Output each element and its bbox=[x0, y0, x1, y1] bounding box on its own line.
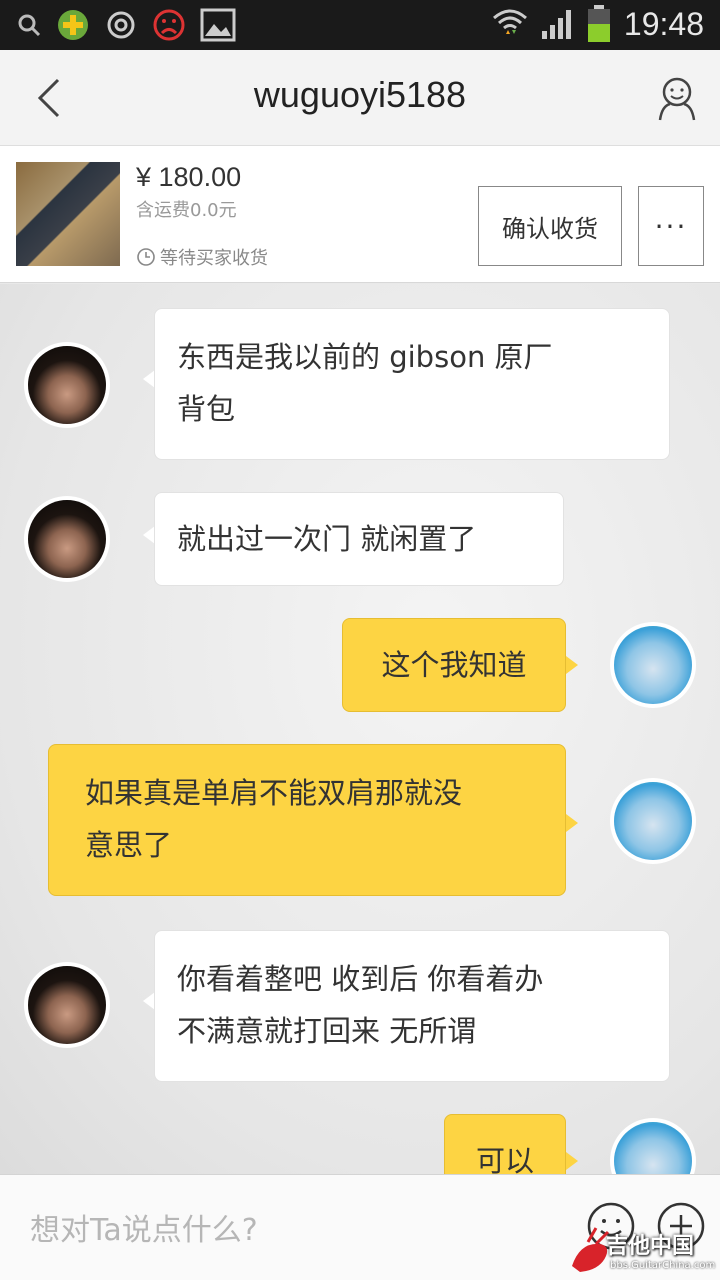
message-text: 就出过一次门 就闲置了 bbox=[177, 522, 477, 556]
bubble-tail bbox=[566, 1152, 578, 1170]
sad-face-icon bbox=[152, 8, 186, 42]
battery-icon bbox=[586, 4, 612, 44]
message-bubble-outgoing[interactable]: 可以 bbox=[444, 1114, 566, 1174]
chat-header: wuguoyi5188 bbox=[0, 50, 720, 146]
wifi-icon bbox=[492, 6, 528, 42]
status-bar: 19:48 bbox=[0, 0, 720, 50]
message-input[interactable]: 想对Ta说点什么? bbox=[30, 1205, 258, 1249]
bubble-tail bbox=[566, 814, 578, 832]
message-text: 可以 bbox=[475, 1144, 534, 1174]
message-bubble-incoming[interactable]: 就出过一次门 就闲置了 bbox=[154, 492, 564, 586]
message-text: 背包 bbox=[177, 392, 236, 426]
search-icon bbox=[16, 12, 42, 38]
more-options-button[interactable]: ··· bbox=[638, 186, 704, 266]
page-title: wuguoyi5188 bbox=[253, 74, 467, 115]
profile-button[interactable] bbox=[656, 76, 698, 122]
message-text: 你看着整吧 收到后 你看着办 bbox=[177, 962, 544, 996]
contact-avatar[interactable] bbox=[24, 962, 110, 1048]
message-bubble-incoming[interactable]: 东西是我以前的 gibson 原厂 背包 bbox=[154, 308, 670, 460]
message-text: 这个我知道 bbox=[381, 648, 527, 682]
watermark-text: 吉他中国 bbox=[606, 1234, 695, 1259]
product-price: ¥ 180.00 bbox=[136, 162, 242, 192]
product-thumbnail[interactable] bbox=[16, 162, 120, 266]
my-avatar[interactable] bbox=[610, 622, 696, 708]
shipping-fee: 含运费0.0元 bbox=[136, 200, 237, 221]
my-avatar[interactable] bbox=[610, 1118, 696, 1174]
message-list[interactable]: 东西是我以前的 gibson 原厂 背包 就出过一次门 就闲置了 这个我知道 如… bbox=[0, 284, 720, 1174]
user-profile-icon bbox=[658, 77, 696, 121]
contact-avatar[interactable] bbox=[24, 496, 110, 582]
clock-icon bbox=[137, 248, 155, 266]
message-bubble-incoming[interactable]: 你看着整吧 收到后 你看着办 不满意就打回来 无所谓 bbox=[154, 930, 670, 1082]
weibo-icon bbox=[104, 8, 138, 42]
bubble-tail bbox=[566, 656, 578, 674]
confirm-receipt-button[interactable]: 确认收货 bbox=[478, 186, 622, 266]
my-avatar[interactable] bbox=[610, 778, 696, 864]
signal-icon bbox=[540, 7, 574, 41]
plus-app-icon bbox=[56, 8, 90, 42]
contact-avatar[interactable] bbox=[24, 342, 110, 428]
order-status: 等待买家收货 bbox=[136, 244, 268, 270]
message-text: 如果真是单肩不能双肩那就没 bbox=[85, 776, 463, 810]
clock: 19:48 bbox=[623, 5, 704, 42]
message-bubble-outgoing[interactable]: 这个我知道 bbox=[342, 618, 566, 712]
message-text: 东西是我以前的 gibson 原厂 bbox=[177, 340, 553, 374]
watermark-subtext: bbs.GuitarChina.com bbox=[610, 1260, 716, 1271]
message-text: 意思了 bbox=[85, 828, 173, 862]
message-bubble-outgoing[interactable]: 如果真是单肩不能双肩那就没 意思了 bbox=[48, 744, 566, 896]
message-text: 不满意就打回来 无所谓 bbox=[177, 1014, 477, 1048]
image-icon bbox=[200, 8, 236, 42]
order-card: ¥ 180.00 含运费0.0元 等待买家收货 确认收货 ··· bbox=[0, 146, 720, 283]
order-status-label: 等待买家收货 bbox=[160, 248, 268, 269]
